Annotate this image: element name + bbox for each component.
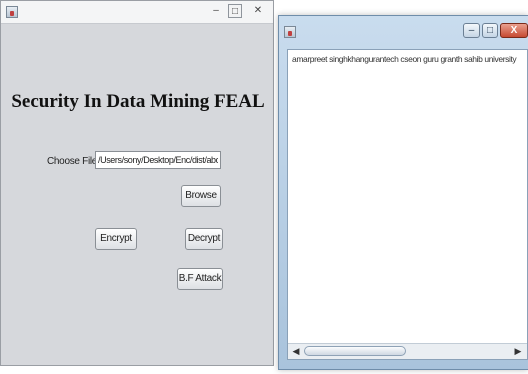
app-heading: Security In Data Mining FEAL xyxy=(11,91,265,112)
bf-attack-button[interactable]: B.F Attack xyxy=(177,268,223,290)
close-button[interactable]: ✕ xyxy=(251,4,265,18)
close-button[interactable]: X xyxy=(500,23,528,38)
maximize-button[interactable]: □ xyxy=(228,4,242,18)
scroll-left-icon[interactable]: ◀ xyxy=(289,345,303,357)
title-bar: – □ ✕ xyxy=(1,1,273,24)
maximize-button[interactable]: □ xyxy=(482,23,498,38)
browse-button[interactable]: Browse xyxy=(181,185,221,207)
decrypt-button[interactable]: Decrypt xyxy=(185,228,223,250)
java-app-icon xyxy=(6,6,18,18)
scroll-right-icon[interactable]: ▶ xyxy=(511,345,525,357)
output-text: amarpreet singhkhangurantech cseon guru … xyxy=(292,54,517,64)
java-app-icon xyxy=(284,26,296,38)
output-window: – □ X amarpreet singhkhangurantech cseon… xyxy=(278,15,528,370)
horizontal-scrollbar[interactable]: ◀ ▶ xyxy=(288,343,527,359)
scroll-thumb[interactable] xyxy=(304,346,406,356)
output-text-area[interactable]: amarpreet singhkhangurantech cseon guru … xyxy=(287,49,528,360)
encrypt-button[interactable]: Encrypt xyxy=(95,228,137,250)
choose-file-label: Choose File xyxy=(47,156,98,167)
file-path-input[interactable] xyxy=(95,151,221,169)
security-app-window: – □ ✕ Security In Data Mining FEAL Choos… xyxy=(0,0,274,366)
minimize-button[interactable]: – xyxy=(209,4,223,18)
minimize-button[interactable]: – xyxy=(463,23,480,38)
